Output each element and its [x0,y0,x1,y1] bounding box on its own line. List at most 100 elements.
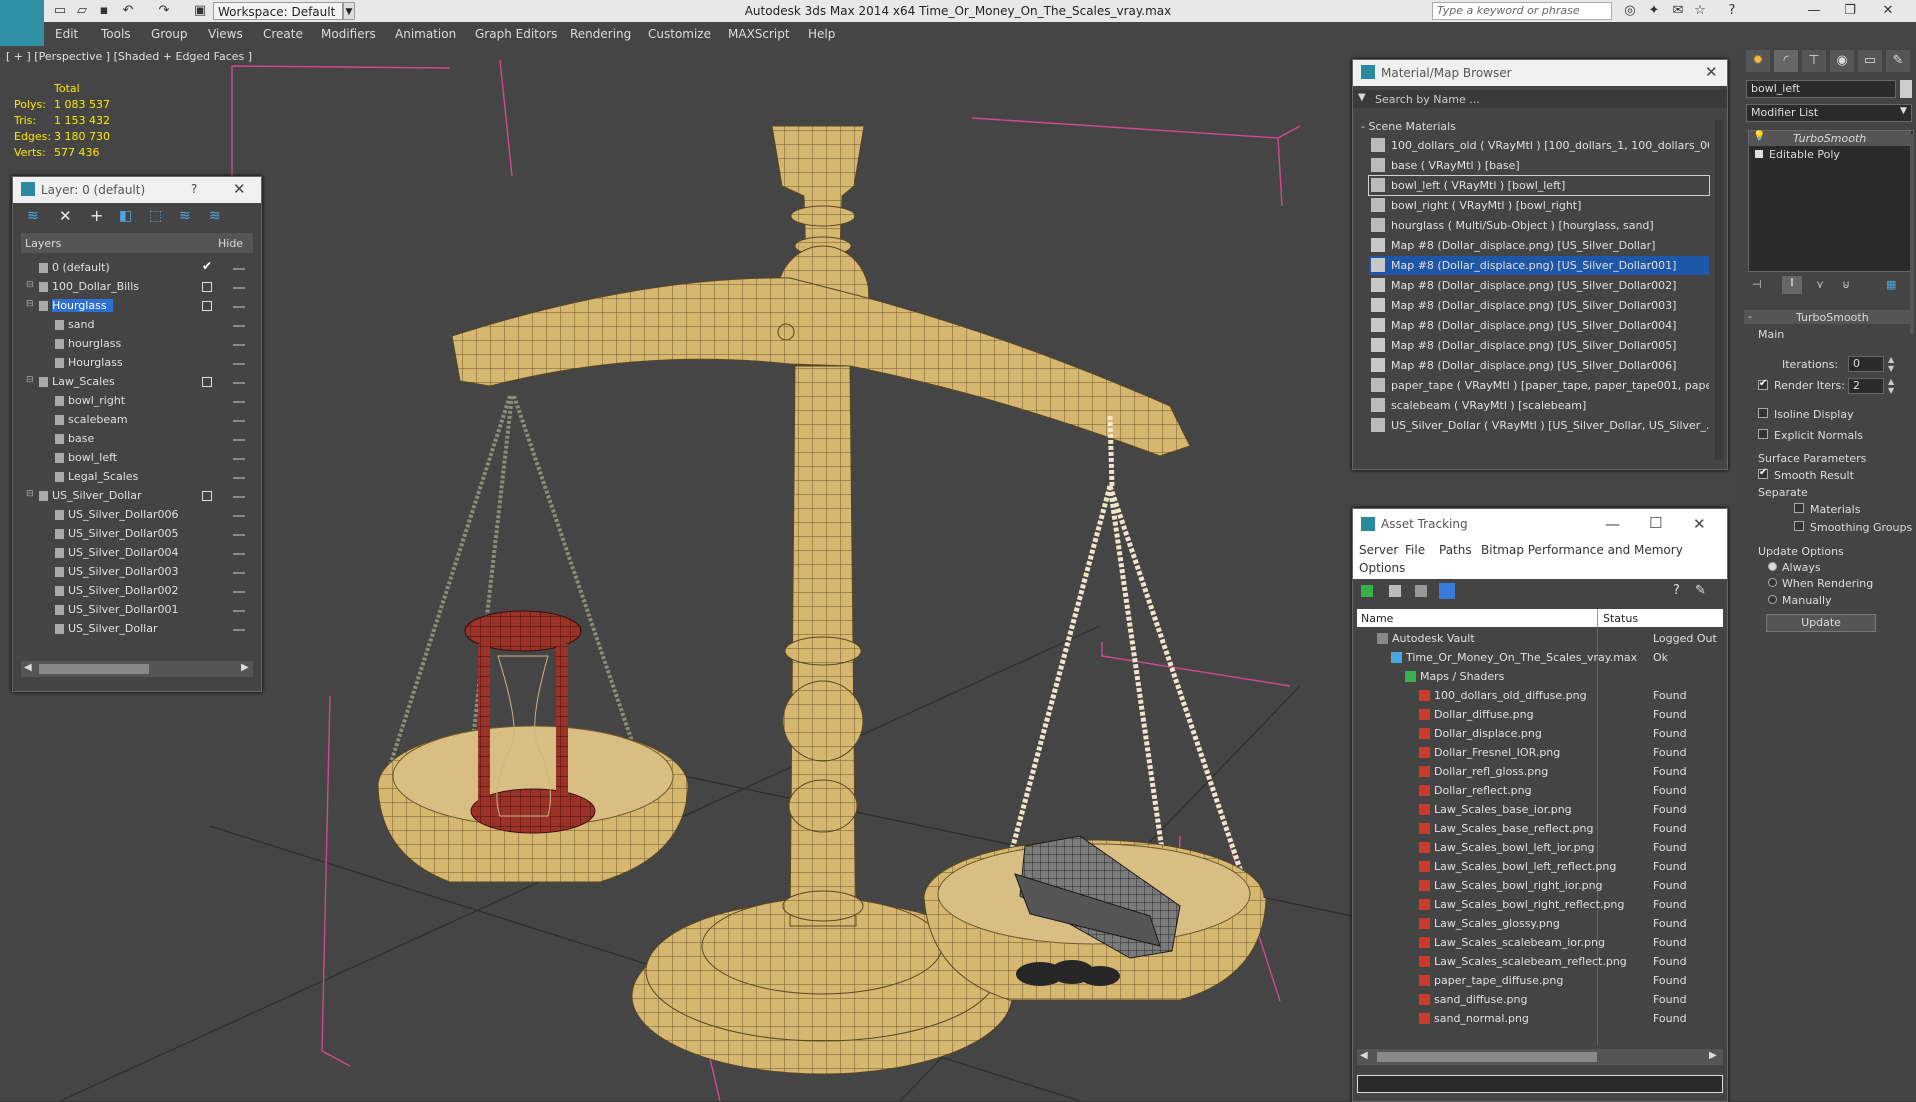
asset-row[interactable]: Dollar_reflect.png Found [1357,781,1719,800]
collapse-icon[interactable]: ⊟ [26,299,34,309]
menu-file[interactable]: File [1405,543,1425,557]
menu-modifiers[interactable]: Modifiers [321,27,376,41]
material-item[interactable]: Map #8 (Dollar_displace.png) [US_Silver_… [1369,236,1709,255]
vertical-scrollbar[interactable] [1910,134,1914,334]
app-logo-icon[interactable] [0,0,44,46]
communication-icon[interactable]: ✉ [1670,3,1686,19]
layer-checkbox[interactable] [202,491,212,501]
layer-row[interactable]: US_Silver_Dollar001 [25,601,261,620]
menu-tools[interactable]: Tools [101,27,131,41]
layer-row[interactable]: US_Silver_Dollar004 [25,544,261,563]
expand-icon[interactable] [1755,150,1763,158]
material-item[interactable]: Map #8 (Dollar_displace.png) [US_Silver_… [1369,256,1709,275]
vertical-scrollbar[interactable] [1715,120,1723,460]
menu-help[interactable]: Help [808,27,835,41]
close-icon[interactable]: ✕ [1693,515,1706,533]
configure-sets-icon[interactable]: ▦ [1886,278,1896,291]
pin-stack-icon[interactable]: ⊣ [1752,278,1762,291]
smooth-result-checkbox[interactable]: ✔ [1758,467,1768,479]
layers-icon[interactable]: ≋ [27,208,39,224]
menu-maxscript[interactable]: MAXScript [728,27,790,41]
layer-row[interactable]: ⊟ US_Silver_Dollar [25,487,261,506]
menu-customize[interactable]: Customize [648,27,711,41]
collapse-icon[interactable]: ⊟ [26,280,34,290]
layer-row[interactable]: Hourglass [25,354,261,373]
material-item[interactable]: scalebeam ( VRayMtl ) [scalebeam] [1369,396,1709,415]
add-selection-icon[interactable]: ◧ [119,208,132,224]
menu-server[interactable]: Server [1359,543,1398,557]
create-tab-icon[interactable]: ✹ [1746,50,1770,72]
help-button[interactable]: ? [191,182,197,196]
iterations-spinner[interactable]: 0 [1848,356,1884,372]
refresh-icon[interactable] [1361,585,1373,597]
display-tab-icon[interactable]: ▭ [1858,50,1882,72]
hide-toggle[interactable] [233,591,245,593]
layer-row[interactable]: base [25,430,261,449]
add-layer-icon[interactable]: + [90,206,103,225]
asset-row[interactable]: sand_diffuse.png Found [1357,990,1719,1009]
layer-row[interactable]: hourglass [25,335,261,354]
stack-item-editable-poly[interactable]: Editable Poly [1749,147,1911,162]
layer-row[interactable]: ⊟ Law_Scales [25,373,261,392]
asset-row[interactable]: paper_tape_diffuse.png Found [1357,971,1719,990]
material-item[interactable]: hourglass ( Multi/Sub-Object ) [hourglas… [1369,216,1709,235]
hide-toggle[interactable] [233,420,245,422]
asset-row[interactable]: Dollar_refl_gloss.png Found [1357,762,1719,781]
modifier-list-dropdown[interactable]: Modifier List [1746,104,1912,122]
layer-checkbox[interactable] [202,301,212,311]
column-layers[interactable]: Layers [25,237,61,250]
asset-row[interactable]: Maps / Shaders [1357,667,1719,686]
modify-tab-icon[interactable]: ◜ [1774,50,1798,72]
isoline-display-checkbox[interactable] [1758,408,1768,418]
material-item[interactable]: Map #8 (Dollar_displace.png) [US_Silver_… [1369,356,1709,375]
column-name[interactable]: Name [1361,612,1393,625]
hide-toggle[interactable] [233,610,245,612]
hide-toggle[interactable] [233,325,245,327]
favorites-star-icon[interactable]: ☆ [1692,3,1708,19]
material-item[interactable]: bowl_left ( VRayMtl ) [bowl_left] [1368,175,1710,196]
asset-row[interactable]: Law_Scales_bowl_right_reflect.png Found [1357,895,1719,914]
hide-toggle[interactable] [233,363,245,365]
restore-icon[interactable]: ❐ [1842,3,1858,19]
asset-row[interactable]: Law_Scales_bowl_left_ior.png Found [1357,838,1719,857]
asset-row[interactable]: Dollar_Fresnel_IOR.png Found [1357,743,1719,762]
hide-toggle[interactable] [233,401,245,403]
layer-row[interactable]: 0 (default) ✔ [25,259,261,278]
menu-animation[interactable]: Animation [395,27,456,41]
explicit-normals-checkbox[interactable] [1758,429,1768,439]
layer-row[interactable]: ⊟ 100_Dollar_Bills [25,278,261,297]
material-item[interactable]: base ( VRayMtl ) [base] [1369,156,1709,175]
scene-materials-header[interactable]: - Scene Materials [1357,120,1717,134]
menu-rendering[interactable]: Rendering [570,27,631,41]
asset-row[interactable]: Time_Or_Money_On_The_Scales_vray.max Ok [1357,648,1719,667]
material-item[interactable]: bowl_right ( VRayMtl ) [bowl_right] [1369,196,1709,215]
help-icon[interactable]: ? [1673,583,1680,598]
materials-checkbox[interactable] [1794,503,1804,513]
hide-all-icon[interactable]: ≋ [209,208,221,224]
menu-bitmap-performance[interactable]: Bitmap Performance and Memory [1481,543,1683,557]
show-end-result-icon[interactable]: I [1782,276,1802,294]
material-item[interactable]: Map #8 (Dollar_displace.png) [US_Silver_… [1369,316,1709,335]
menu-options[interactable]: Options [1359,561,1405,575]
asset-row[interactable]: sand_normal.png Found [1357,1009,1719,1028]
horizontal-scrollbar[interactable]: ◀ ▶ [21,661,253,677]
asset-row[interactable]: Law_Scales_bowl_right_ior.png Found [1357,876,1719,895]
help-icon[interactable]: ? [1724,3,1740,19]
material-item[interactable]: Map #8 (Dollar_displace.png) [US_Silver_… [1369,276,1709,295]
spinner-arrows-icon[interactable]: ▲ ▼ [1888,377,1894,395]
layer-row[interactable]: US_Silver_Dollar006 [25,506,261,525]
asset-row[interactable]: 100_dollars_old_diffuse.png Found [1357,686,1719,705]
material-item[interactable]: paper_tape ( VRayMtl ) [paper_tape, pape… [1369,376,1709,395]
layer-panel-header[interactable]: Layer: 0 (default) ? ✕ [13,177,261,203]
layer-row[interactable]: scalebeam [25,411,261,430]
horizontal-scrollbar[interactable]: ◀ ▶ [1357,1049,1723,1065]
material-item[interactable]: Map #8 (Dollar_displace.png) [US_Silver_… [1369,296,1709,315]
table-view-icon[interactable] [1415,585,1427,597]
hide-toggle[interactable] [233,458,245,460]
manually-radio[interactable] [1768,595,1777,604]
menu-group[interactable]: Group [151,27,188,41]
layer-row[interactable]: ⊟ Hourglass [25,297,261,316]
layer-checkbox[interactable] [202,377,212,387]
layer-row[interactable]: bowl_right [25,392,261,411]
render-iters-checkbox[interactable]: ✔ [1758,378,1768,390]
